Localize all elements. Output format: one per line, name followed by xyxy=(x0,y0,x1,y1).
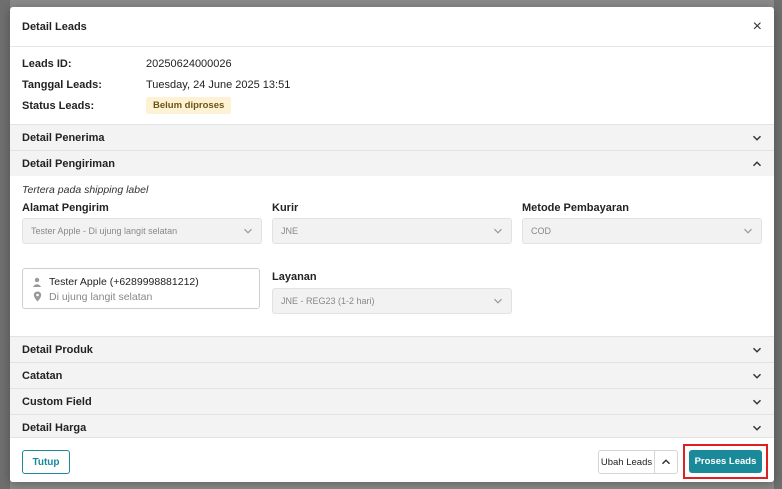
section-title: Detail Penerima xyxy=(22,131,105,144)
close-icon[interactable]: × xyxy=(753,18,762,35)
section-title: Detail Produk xyxy=(22,343,93,356)
metode-pembayaran-value: COD xyxy=(531,226,551,236)
tanggal-row: Tanggal Leads: Tuesday, 24 June 2025 13:… xyxy=(22,74,762,95)
leads-id-value: 20250624000026 xyxy=(146,57,232,70)
kurir-value: JNE xyxy=(281,226,299,236)
section-custom-field[interactable]: Custom Field xyxy=(10,388,774,414)
section-title: Catatan xyxy=(22,369,63,382)
section-title: Detail Pengiriman xyxy=(22,157,115,170)
section-detail-produk[interactable]: Detail Produk xyxy=(10,336,774,362)
leads-info: Leads ID: 20250624000026 Tanggal Leads: … xyxy=(10,47,774,116)
detail-leads-modal: Detail Leads × Leads ID: 20250624000026 … xyxy=(10,7,774,482)
kurir-label: Kurir xyxy=(272,202,299,214)
tutup-button[interactable]: Tutup xyxy=(22,450,70,474)
chevron-down-icon xyxy=(752,399,762,405)
section-catatan[interactable]: Catatan xyxy=(10,362,774,388)
shipping-note: Tertera pada shipping label xyxy=(22,184,149,196)
chevron-down-icon xyxy=(744,228,752,234)
chevron-up-icon xyxy=(752,160,762,166)
leads-id-row: Leads ID: 20250624000026 xyxy=(22,53,762,74)
kurir-select[interactable]: JNE xyxy=(272,218,512,244)
pengiriman-body: Tertera pada shipping label Alamat Pengi… xyxy=(10,176,774,336)
alamat-pengirim-select[interactable]: Tester Apple - Di ujung langit selatan xyxy=(22,218,262,244)
metode-pembayaran-select[interactable]: COD xyxy=(522,218,762,244)
sender-address: Di ujung langit selatan xyxy=(49,290,153,303)
alamat-pengirim-label: Alamat Pengirim xyxy=(22,202,109,214)
ubah-leads-label: Ubah Leads xyxy=(599,451,655,473)
tanggal-value: Tuesday, 24 June 2025 13:51 xyxy=(146,78,291,91)
layanan-value: JNE - REG23 (1-2 hari) xyxy=(281,296,375,306)
leads-id-label: Leads ID: xyxy=(22,57,72,70)
highlight-frame: Proses Leads xyxy=(683,444,768,479)
chevron-down-icon xyxy=(244,228,252,234)
alamat-pengirim-value: Tester Apple - Di ujung langit selatan xyxy=(31,226,178,236)
modal-title: Detail Leads xyxy=(22,20,87,33)
chevron-down-icon xyxy=(752,347,762,353)
backdrop-right-strip xyxy=(774,0,782,489)
location-pin-icon xyxy=(31,291,43,302)
sender-name-line: Tester Apple (+6289998881212) xyxy=(31,274,251,289)
layanan-select[interactable]: JNE - REG23 (1-2 hari) xyxy=(272,288,512,314)
status-row: Status Leads: Belum diproses xyxy=(22,95,762,116)
tanggal-label: Tanggal Leads: xyxy=(22,78,102,91)
backdrop-left-strip xyxy=(0,0,10,489)
chevron-up-icon[interactable] xyxy=(655,451,677,473)
section-title: Detail Harga xyxy=(22,421,87,434)
modal-header: Detail Leads × xyxy=(10,7,774,47)
status-badge: Belum diproses xyxy=(146,97,232,114)
chevron-down-icon xyxy=(494,298,502,304)
chevron-down-icon xyxy=(752,373,762,379)
section-title: Custom Field xyxy=(22,395,92,408)
status-label: Status Leads: xyxy=(22,99,95,112)
sender-address-card: Tester Apple (+6289998881212) Di ujung l… xyxy=(22,268,260,309)
sender-name: Tester Apple (+6289998881212) xyxy=(49,275,199,288)
modal-footer: Tutup Ubah Leads Proses Leads xyxy=(10,437,774,482)
chevron-down-icon xyxy=(752,135,762,141)
section-detail-pengiriman[interactable]: Detail Pengiriman xyxy=(10,150,774,176)
layanan-label: Layanan xyxy=(272,271,317,283)
chevron-down-icon xyxy=(752,425,762,431)
ubah-leads-button[interactable]: Ubah Leads xyxy=(598,450,678,474)
person-icon xyxy=(31,277,43,287)
proses-leads-button[interactable]: Proses Leads xyxy=(689,450,762,473)
sender-address-line: Di ujung langit selatan xyxy=(31,289,251,304)
section-detail-penerima[interactable]: Detail Penerima xyxy=(10,124,774,150)
metode-pembayaran-label: Metode Pembayaran xyxy=(522,202,629,214)
chevron-down-icon xyxy=(494,228,502,234)
